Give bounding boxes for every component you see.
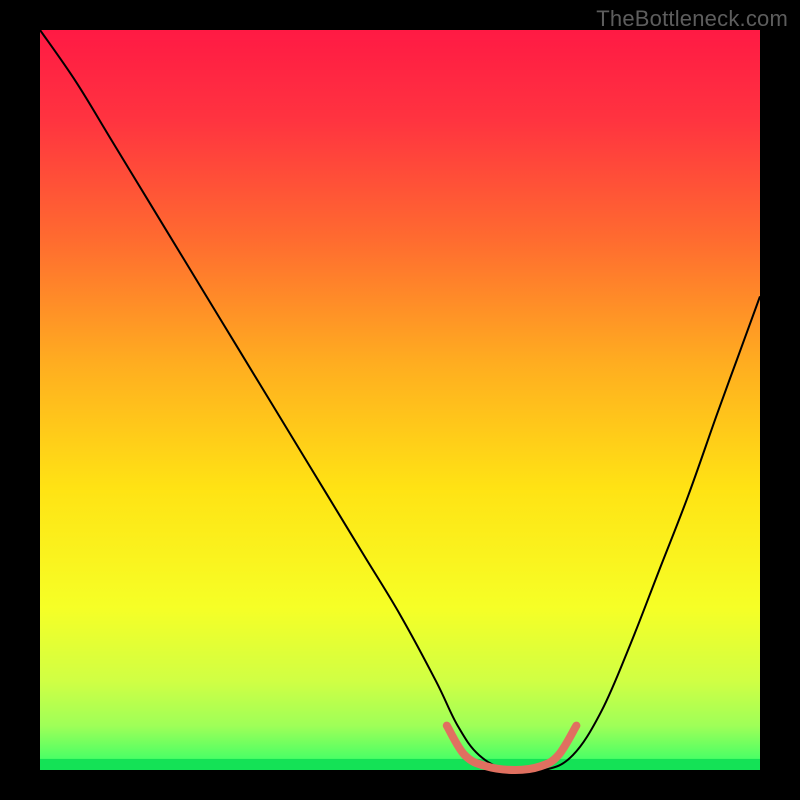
plot-svg bbox=[40, 30, 760, 770]
chart-frame: TheBottleneck.com bbox=[0, 0, 800, 800]
plot-area bbox=[40, 30, 760, 770]
gradient-background bbox=[40, 30, 760, 770]
watermark-text: TheBottleneck.com bbox=[596, 6, 788, 32]
bottom-band bbox=[40, 759, 760, 770]
